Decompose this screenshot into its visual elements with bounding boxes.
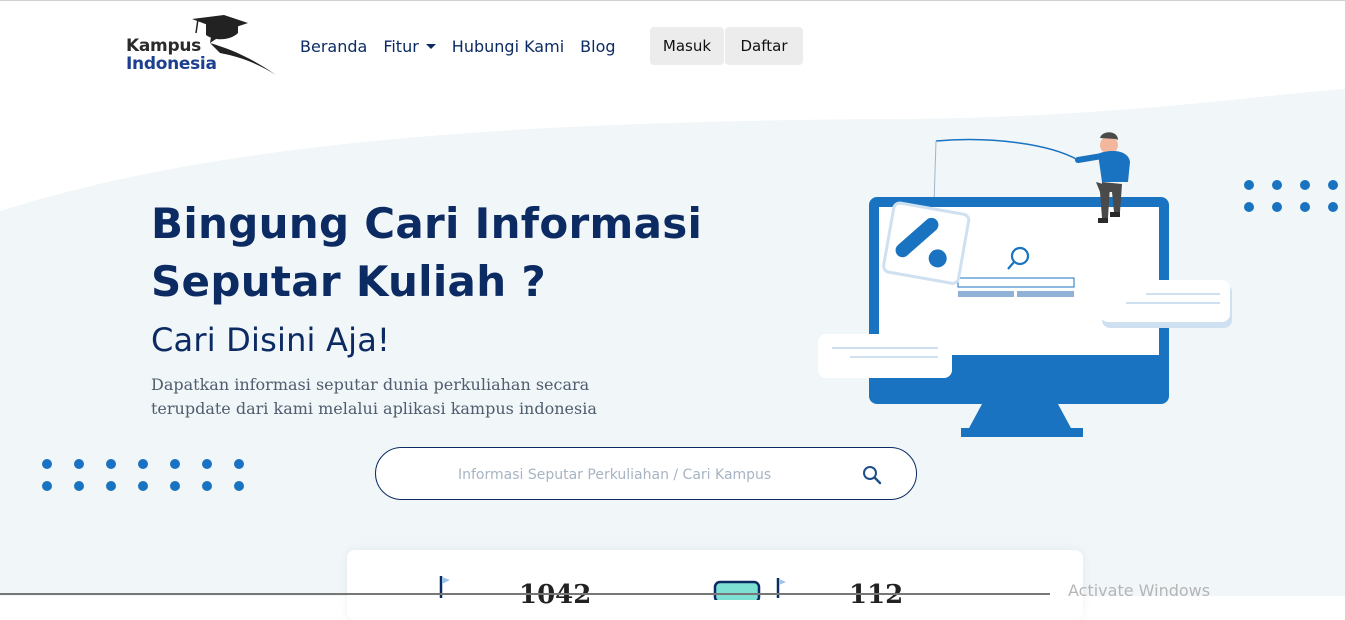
- stat-campus-count: 1042: [519, 580, 592, 610]
- navbar: Kampus Indonesia Beranda Fitur Hubungi K…: [0, 1, 1345, 89]
- decorative-dots-right: [1244, 180, 1338, 212]
- nav-beranda[interactable]: Beranda: [300, 37, 367, 56]
- login-button[interactable]: Masuk: [650, 27, 724, 65]
- search-input[interactable]: [456, 460, 840, 490]
- nav-fitur-label: Fitur: [383, 36, 419, 56]
- nav-hubungi-kami[interactable]: Hubungi Kami: [452, 37, 564, 56]
- search-bar: [375, 447, 917, 500]
- main-nav: Beranda Fitur Hubungi Kami Blog: [300, 27, 632, 65]
- caret-down-icon: [425, 43, 436, 49]
- stat-major-count: 112: [849, 580, 904, 610]
- building-icon: [713, 580, 761, 600]
- brand-logo[interactable]: Kampus Indonesia: [126, 13, 278, 77]
- brand-name-line1: Kampus: [126, 36, 201, 56]
- decorative-dots-left: [42, 459, 244, 491]
- register-button[interactable]: Daftar: [725, 27, 803, 65]
- brand-name: Kampus Indonesia: [126, 37, 217, 73]
- os-activation-watermark: Activate Windows: [1068, 581, 1211, 600]
- hero-illustration: [818, 132, 1232, 437]
- hero-description-line1: Dapatkan informasi seputar dunia perkuli…: [151, 375, 590, 394]
- hero-title: Bingung Cari Informasi Seputar Kuliah ?: [151, 195, 702, 311]
- nav-blog[interactable]: Blog: [580, 37, 615, 56]
- search-icon[interactable]: [862, 465, 882, 485]
- hero-description-line2: terupdate dari kami melalui aplikasi kam…: [151, 399, 597, 418]
- brand-name-line2: Indonesia: [126, 54, 217, 74]
- hero-description: Dapatkan informasi seputar dunia perkuli…: [151, 373, 621, 421]
- hero-subtitle: Cari Disini Aja!: [151, 321, 391, 359]
- nav-fitur-dropdown[interactable]: Fitur: [383, 36, 436, 56]
- hero-title-line2: Seputar Kuliah ?: [151, 257, 546, 306]
- hero-title-line1: Bingung Cari Informasi: [151, 199, 703, 248]
- stats-card: 1042 112: [347, 550, 1083, 620]
